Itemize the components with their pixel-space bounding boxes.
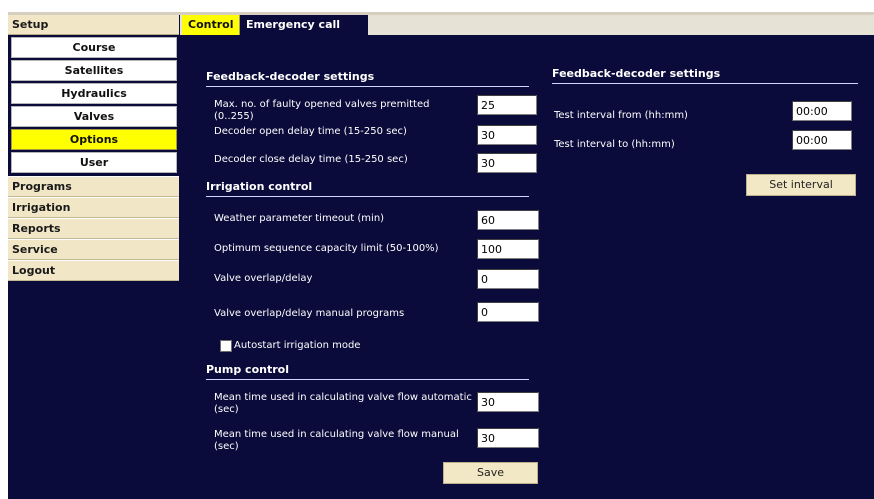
optimum-capacity-label: Optimum sequence capacity limit (50-100%… xyxy=(214,243,439,254)
max-faulty-input[interactable] xyxy=(477,95,537,115)
pump-section-title: Pump control xyxy=(206,363,529,380)
valve-overlap-label: Valve overlap/delay xyxy=(214,273,313,284)
sidebar-subitem-options[interactable]: Options xyxy=(11,129,177,150)
feedback-section-title: Feedback-decoder settings xyxy=(206,70,529,87)
app-frame: Setup Course Satellites Hydraulics Valve… xyxy=(8,12,874,499)
close-delay-input[interactable] xyxy=(477,153,537,173)
open-delay-input[interactable] xyxy=(477,125,537,145)
tab-emergency-call[interactable]: Emergency call xyxy=(240,15,368,35)
flow-automatic-label: Mean time used in calculating valve flow… xyxy=(214,392,472,415)
sidebar-subitem-valves[interactable]: Valves xyxy=(11,106,177,127)
sidebar-item-irrigation[interactable]: Irrigation xyxy=(8,197,179,218)
sidebar-subitem-course[interactable]: Course xyxy=(11,37,177,58)
test-interval-from-label: Test interval from (hh:mm) xyxy=(554,110,688,121)
autostart-label: Autostart irrigation mode xyxy=(234,340,361,351)
autostart-checkbox[interactable] xyxy=(220,340,232,352)
sidebar-item-service[interactable]: Service xyxy=(8,239,179,260)
tab-control[interactable]: Control xyxy=(182,15,241,35)
tab-bar: Control Emergency call xyxy=(180,15,874,35)
sidebar: Setup Course Satellites Hydraulics Valve… xyxy=(8,15,179,281)
valve-overlap-input[interactable] xyxy=(477,269,539,289)
flow-automatic-input[interactable] xyxy=(477,392,539,412)
sidebar-subitem-user[interactable]: User xyxy=(11,152,177,173)
valve-overlap-manual-input[interactable] xyxy=(477,302,539,322)
sidebar-item-programs[interactable]: Programs xyxy=(8,176,179,197)
sidebar-item-logout[interactable]: Logout xyxy=(8,260,179,281)
optimum-capacity-input[interactable] xyxy=(477,239,539,259)
sidebar-item-reports[interactable]: Reports xyxy=(8,218,179,239)
test-interval-to-input[interactable] xyxy=(792,130,852,150)
test-interval-to-label: Test interval to (hh:mm) xyxy=(554,139,675,150)
sidebar-subitem-hydraulics[interactable]: Hydraulics xyxy=(11,83,177,104)
sidebar-subitem-satellites[interactable]: Satellites xyxy=(11,60,177,81)
flow-manual-label: Mean time used in calculating valve flow… xyxy=(214,429,459,452)
weather-timeout-label: Weather parameter timeout (min) xyxy=(214,213,385,224)
sidebar-setup-header[interactable]: Setup xyxy=(8,15,179,35)
weather-timeout-input[interactable] xyxy=(477,210,539,230)
flow-manual-input[interactable] xyxy=(477,428,539,448)
open-delay-label: Decoder open delay time (15-250 sec) xyxy=(214,126,407,137)
irrigation-section-title: Irrigation control xyxy=(206,180,529,197)
close-delay-label: Decoder close delay time (15-250 sec) xyxy=(214,154,408,165)
valve-overlap-manual-label: Valve overlap/delay manual programs xyxy=(214,308,405,319)
max-faulty-label: Max. no. of faulty opened valves premitt… xyxy=(214,99,430,122)
save-button[interactable]: Save xyxy=(443,462,538,484)
set-interval-button[interactable]: Set interval xyxy=(746,174,856,196)
test-interval-from-input[interactable] xyxy=(792,101,852,121)
right-feedback-section-title: Feedback-decoder settings xyxy=(552,67,858,84)
